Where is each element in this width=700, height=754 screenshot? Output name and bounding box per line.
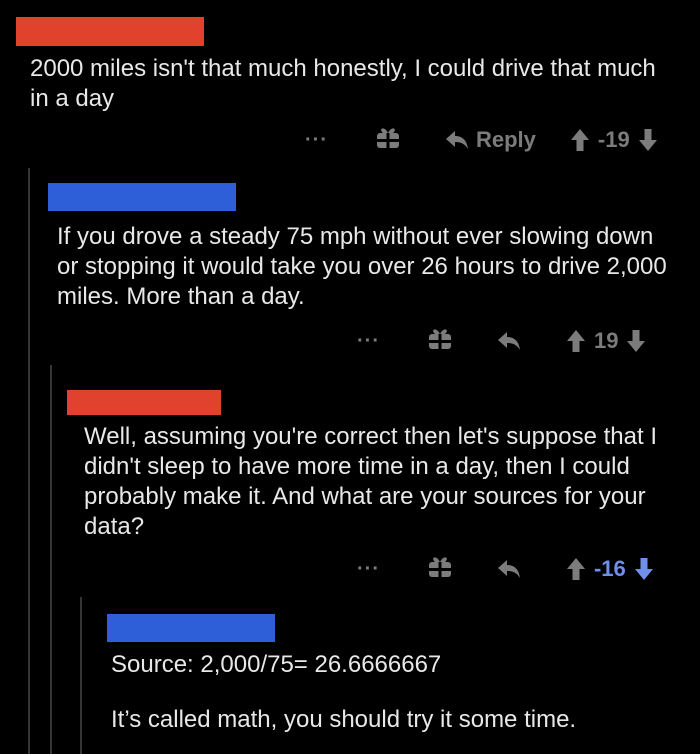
redacted-username-2: [48, 183, 236, 211]
downvote-icon[interactable]: [634, 557, 654, 581]
comment-1-body: 2000 miles isn't that much honestly, I c…: [30, 55, 656, 112]
thread-line-level-3: [80, 597, 82, 754]
score: 19: [593, 328, 619, 353]
comment-4-line-1: Source: 2,000/75= 26.6666667: [111, 651, 442, 678]
comment-3-actions: ··· -16: [357, 553, 654, 585]
comment-4-line-2: It’s called math, you should try it some…: [111, 706, 577, 733]
comment-3-body: Well, assuming you're correct then let's…: [84, 423, 657, 540]
reply-button[interactable]: [496, 558, 522, 580]
more-options-icon[interactable]: ···: [357, 331, 380, 351]
comment-1-actions: ··· Reply -19: [305, 124, 658, 156]
vote-controls: 19: [566, 328, 646, 354]
reply-icon: [497, 332, 520, 350]
gift-award-icon[interactable]: [426, 324, 454, 358]
reply-icon: [497, 560, 520, 578]
reply-icon: [445, 131, 468, 149]
vote-controls: -16: [566, 556, 654, 582]
downvote-icon[interactable]: [626, 329, 646, 353]
thread-line-level-2: [50, 365, 52, 754]
score: -19: [597, 127, 630, 152]
reply-button[interactable]: [496, 330, 522, 352]
reply-button[interactable]: Reply: [444, 127, 536, 153]
gift-award-icon[interactable]: [426, 552, 454, 586]
more-options-icon[interactable]: ···: [305, 130, 328, 150]
vote-controls: -19: [570, 127, 658, 153]
redacted-username-4: [107, 614, 275, 642]
redacted-username-3: [67, 390, 221, 415]
comment-2-actions: ··· 19: [357, 325, 646, 357]
upvote-icon[interactable]: [566, 329, 586, 353]
reply-label: Reply: [475, 127, 536, 152]
redacted-username-1: [16, 17, 204, 46]
upvote-icon[interactable]: [566, 557, 586, 581]
thread-line-level-1: [28, 168, 30, 754]
gift-award-icon[interactable]: [374, 123, 402, 157]
more-options-icon[interactable]: ···: [357, 559, 380, 579]
score: -16: [593, 556, 626, 581]
upvote-icon[interactable]: [570, 128, 590, 152]
comment-2-body: If you drove a steady 75 mph without eve…: [57, 223, 667, 310]
downvote-icon[interactable]: [638, 128, 658, 152]
